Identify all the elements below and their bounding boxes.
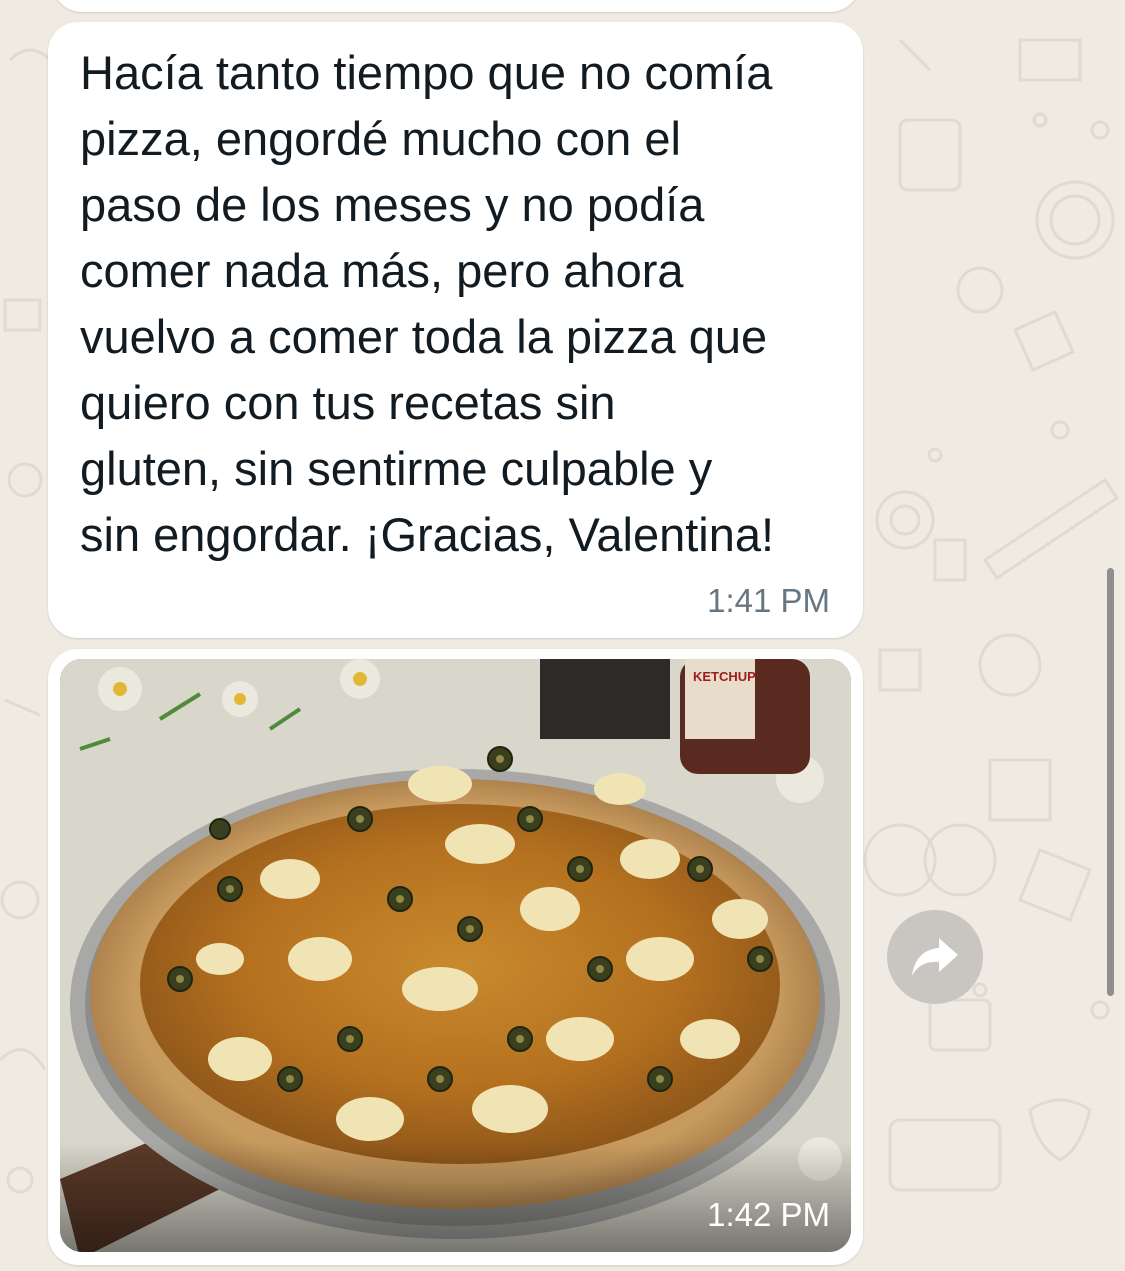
previous-message-bubble[interactable] xyxy=(52,0,860,12)
message-text: Hacía tanto tiempo que no comía pizza, e… xyxy=(80,46,775,561)
message-timestamp: 1:41 PM xyxy=(707,582,830,619)
forward-arrow-icon xyxy=(912,938,958,976)
photo-timestamp: 1:42 PM xyxy=(707,1196,830,1233)
scrollbar[interactable] xyxy=(1107,568,1114,996)
bottle-label: KETCHUP xyxy=(693,669,756,684)
forward-button[interactable] xyxy=(887,910,983,1004)
pizza-photo[interactable]: KETCHUP 1:42 PM xyxy=(60,659,851,1252)
message-bubble-image[interactable]: KETCHUP 1:42 PM xyxy=(48,649,863,1265)
message-bubble-text[interactable]: Hacía tanto tiempo que no comía pizza, e… xyxy=(48,22,863,638)
